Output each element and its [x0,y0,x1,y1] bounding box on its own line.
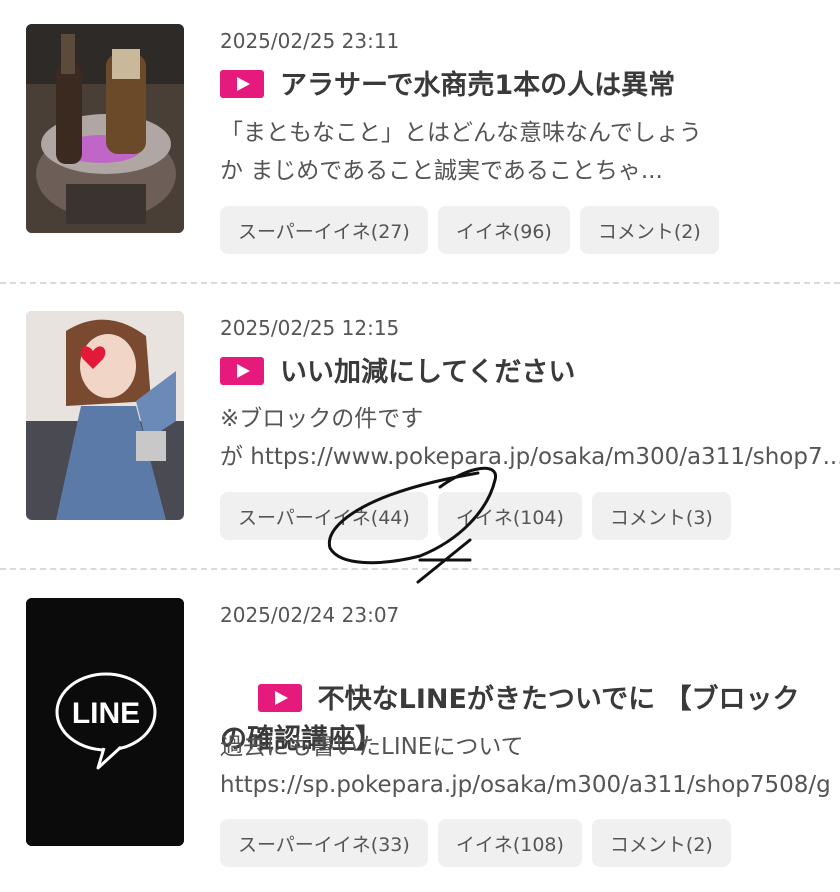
post-thumbnail[interactable] [26,24,184,233]
post-title-text: アラサーで水商売1本の人は異常 [280,70,676,101]
play-icon [220,69,264,98]
line-logo-text: LINE [72,697,140,730]
post-divider [0,282,840,284]
super-like-button[interactable]: スーパーイイネ(33) [220,819,428,867]
super-like-button[interactable]: スーパーイイネ(27) [220,206,428,254]
super-like-button[interactable]: スーパーイイネ(44) [220,492,428,540]
woman-photo [26,311,184,520]
post-excerpt: 「まともなこと」とはどんな意味なんでしょう か まじめであること誠実であることち… [220,120,702,184]
comment-button[interactable]: コメント(2) [591,819,731,867]
post-date: 2025/02/25 23:11 [220,29,400,53]
comment-button[interactable]: コメント(3) [591,492,731,540]
post-title[interactable]: いい加減にしてください [220,353,820,393]
like-button[interactable]: イイネ(108) [437,819,582,867]
post-excerpt: ※ブロックの件です が https://www.pokepara.jp/osak… [220,406,840,470]
like-button[interactable]: イイネ(104) [437,492,582,540]
play-icon [257,683,302,712]
like-button[interactable]: イイネ(96) [437,206,570,254]
play-icon [220,356,264,385]
line-logo: LINE [26,598,184,846]
post-date: 2025/02/24 23:07 [220,603,400,627]
post-date: 2025/02/25 12:15 [220,316,400,340]
post-title-text: いい加減にしてください [280,357,576,388]
post-thumbnail[interactable] [26,311,184,520]
post-title[interactable]: アラサーで水商売1本の人は異常 [220,66,820,106]
champagne-photo [26,24,184,233]
reaction-buttons: スーパーイイネ(44) イイネ(104) コメント(3) [220,492,731,540]
comment-button[interactable]: コメント(2) [579,206,719,254]
post-divider [0,568,840,570]
post-thumbnail[interactable]: LINE [26,598,184,846]
reaction-buttons: スーパーイイネ(33) イイネ(108) コメント(2) [220,819,731,867]
post-excerpt: 過去にも書いたLINEについて https://sp.pokepara.jp/o… [220,734,831,798]
reaction-buttons: スーパーイイネ(27) イイネ(96) コメント(2) [220,206,719,254]
